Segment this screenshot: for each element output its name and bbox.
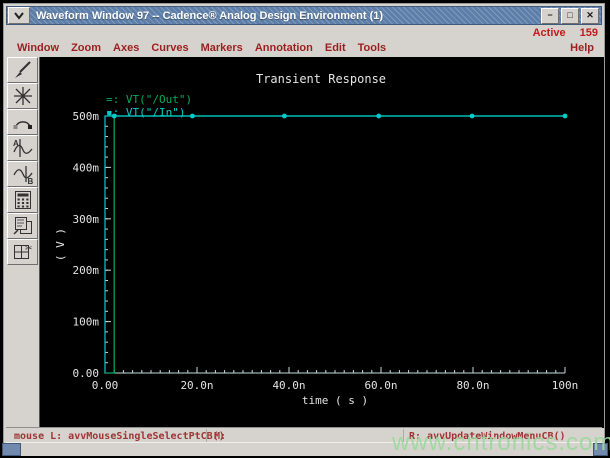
screen: Waveform Window 97 -- Cadence® Analog De… [0,0,610,458]
menu-item-tools[interactable]: Tools [352,42,393,54]
status-divider [206,429,207,442]
svg-text:100n: 100n [552,379,579,392]
resize-grip-bottom-right[interactable] [593,443,608,456]
arc-marker-icon [11,111,35,133]
svg-text:( V ): ( V ) [54,228,67,261]
brush-tool-button[interactable] [7,57,38,83]
active-status-row: Active 159 [6,26,598,39]
plot-legend: =: VT("/Out") ▪: VT("/In") [106,93,192,119]
status-divider [403,429,404,442]
starburst-icon [11,85,35,107]
svg-text:A: A [13,139,19,148]
svg-text:80.0n: 80.0n [456,379,489,392]
svg-text:20.0n: 20.0n [180,379,213,392]
window-title: Waveform Window 97 -- Cadence® Analog De… [36,9,384,22]
plot-area: 0.00 20.0n 40.0n 60.0n 80.0n 100n 0.00 100m 200m… [39,57,604,428]
copy-window-button[interactable] [7,213,38,239]
delta-marker-button[interactable] [7,109,38,135]
menu-item-annotation[interactable]: Annotation [249,42,319,54]
legend-entry-1[interactable]: ▪: VT("/In") [106,106,192,119]
waveform-b-icon: B [11,163,35,185]
menu-item-window[interactable]: Window [6,42,65,54]
window-menu-button[interactable] [8,7,30,24]
svg-text:300m: 300m [73,213,100,226]
waveform-a-icon: A [11,137,35,159]
mouse-left-binding: mouse L: avvMouseSingleSelectPtCB() [14,431,225,442]
copy-window-icon [11,215,35,237]
menu-bar: Window Zoom Axes Curves Markers Annotation Edi… [6,39,602,58]
title-bar[interactable]: Waveform Window 97 -- Cadence® Analog De… [6,6,602,25]
menu-item-curves[interactable]: Curves [145,42,194,54]
tool-palette: A B ✂ [6,57,39,428]
zoom-fit-button[interactable] [7,83,38,109]
maximize-button[interactable]: □ [561,7,579,24]
svg-text:60.0n: 60.0n [364,379,397,392]
legend-entry-0[interactable]: =: VT("/Out") [106,93,192,106]
marker-a-button[interactable]: A [7,135,38,161]
svg-text:time ( s ): time ( s ) [302,394,368,407]
svg-text:400m: 400m [73,161,100,174]
menu-item-zoom[interactable]: Zoom [65,42,107,54]
menu-item-axes[interactable]: Axes [107,42,145,54]
svg-text:500m: 500m [73,110,100,123]
waveform-window: Waveform Window 97 -- Cadence® Analog De… [3,3,605,457]
subwindow-cut-button[interactable]: ✂ [7,239,38,265]
close-button[interactable]: ✕ [581,7,599,24]
svg-text:0.00: 0.00 [73,367,100,380]
subwindow-scissors-icon: ✂ [11,241,35,263]
command-prompt-bar[interactable]: > [6,442,602,457]
mouse-middle-binding: M: [214,431,227,442]
active-count: 159 [579,26,598,39]
svg-text:B: B [27,177,33,185]
menu-item-edit[interactable]: Edit [319,42,352,54]
menu-item-markers[interactable]: Markers [195,42,249,54]
brush-icon [11,59,35,81]
svg-text:200m: 200m [73,264,100,277]
mouse-bindings-bar: mouse L: avvMouseSingleSelectPtCB() M: R… [6,427,602,443]
resize-grip-bottom-left[interactable] [2,443,21,456]
calculator-icon [11,189,35,211]
svg-text:0.00: 0.00 [92,379,119,392]
menu-item-help[interactable]: Help [570,42,594,54]
minimize-button[interactable]: − [541,7,559,24]
menu-items: Window Zoom Axes Curves Markers Annotation Edi… [6,42,392,54]
marker-b-button[interactable]: B [7,161,38,187]
calculator-button[interactable] [7,187,38,213]
svg-text:100m: 100m [73,316,100,329]
svg-text:Transient Response: Transient Response [256,72,386,86]
svg-text:40.0n: 40.0n [272,379,305,392]
mouse-right-binding: R: avvUpdateWindowMenuCB() [409,431,566,442]
chevron-down-icon [13,11,25,20]
active-label: Active [532,26,566,39]
svg-text:✂: ✂ [25,243,33,253]
